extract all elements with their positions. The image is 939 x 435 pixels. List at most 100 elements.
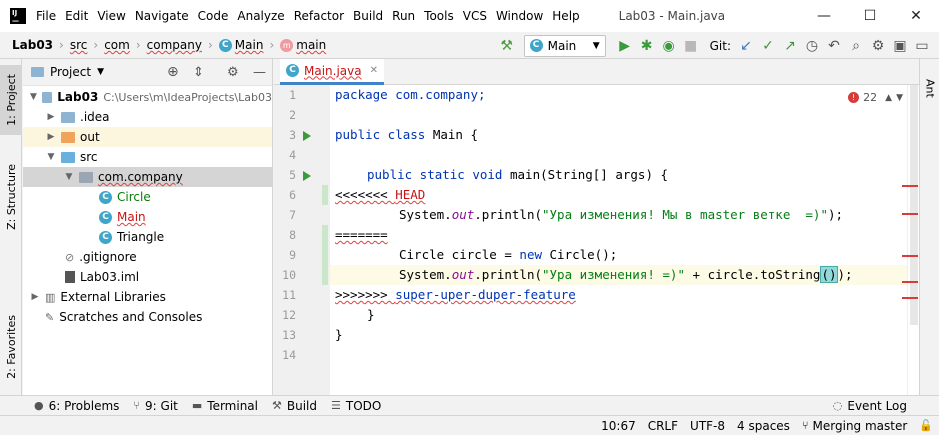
file-encoding[interactable]: UTF-8 bbox=[690, 419, 725, 433]
menu-analyze[interactable]: Analyze bbox=[237, 9, 284, 23]
tab-favorites[interactable]: 2: Favorites bbox=[0, 305, 22, 389]
error-stripe[interactable] bbox=[902, 85, 919, 395]
run-main-icon[interactable] bbox=[303, 171, 311, 181]
tree-item-src[interactable]: ▼ src bbox=[23, 147, 272, 167]
chevron-up-icon[interactable]: ▲ bbox=[885, 93, 892, 103]
problems-icon: ● bbox=[34, 399, 44, 412]
run-icon[interactable]: ▶ bbox=[614, 35, 636, 57]
tool-build[interactable]: ⚒ Build bbox=[272, 399, 317, 413]
git-commit-icon[interactable]: ✓ bbox=[757, 35, 779, 57]
tree-item-path: C:\Users\m\IdeaProjects\Lab03 bbox=[103, 90, 272, 104]
tree-item-main[interactable]: C Main bbox=[23, 207, 272, 227]
menu-tools[interactable]: Tools bbox=[424, 9, 454, 23]
error-marker[interactable] bbox=[902, 297, 918, 299]
maximize-icon[interactable]: ☐ bbox=[847, 0, 893, 32]
settings-icon[interactable]: ⚙ bbox=[867, 35, 889, 57]
tree-item-circle[interactable]: C Circle bbox=[23, 187, 272, 207]
chevron-right-icon: › bbox=[93, 38, 99, 52]
tab-ant[interactable]: Ant bbox=[920, 65, 939, 111]
git-update-icon[interactable]: ↙ bbox=[735, 35, 757, 57]
code-token: out bbox=[451, 207, 475, 222]
breadcrumb-project[interactable]: Lab03 bbox=[12, 38, 53, 52]
error-marker[interactable] bbox=[902, 281, 918, 283]
menu-run[interactable]: Run bbox=[392, 9, 415, 23]
tool-problems[interactable]: ● 6: Problems bbox=[34, 399, 119, 413]
chevron-right-icon: ▶ bbox=[47, 112, 55, 122]
tree-item-triangle[interactable]: C Triangle bbox=[23, 227, 272, 247]
collapse-all-icon[interactable]: ⇕ bbox=[193, 65, 204, 80]
git-branch-status[interactable]: Merging master bbox=[813, 419, 908, 433]
inspection-widget[interactable]: ! 22 ▲ ▼ bbox=[848, 91, 903, 104]
stop-icon[interactable]: ■ bbox=[680, 35, 702, 57]
tree-item-idea[interactable]: ▶ .idea bbox=[23, 107, 272, 127]
line-number: 2 bbox=[289, 108, 296, 122]
minimize-icon[interactable]: — bbox=[801, 0, 847, 32]
gear-icon[interactable]: ⚙ bbox=[227, 65, 239, 80]
error-marker[interactable] bbox=[902, 255, 918, 257]
menu-navigate[interactable]: Navigate bbox=[135, 9, 189, 23]
tree-item-label: Main bbox=[117, 210, 146, 224]
menu-build[interactable]: Build bbox=[353, 9, 383, 23]
indent-setting[interactable]: 4 spaces bbox=[737, 419, 790, 433]
locate-icon[interactable]: ⊕ bbox=[167, 64, 179, 80]
tree-item-com-company[interactable]: ▼ com.company bbox=[23, 167, 272, 187]
menu-window[interactable]: Window bbox=[496, 9, 543, 23]
breadcrumb-main-method[interactable]: main bbox=[296, 38, 326, 52]
run-class-icon[interactable] bbox=[303, 131, 311, 141]
tree-item-scratches[interactable]: ✎ Scratches and Consoles bbox=[23, 307, 272, 327]
tree-item-label: src bbox=[80, 150, 98, 164]
build-hammer-icon[interactable]: ⚒ bbox=[496, 35, 518, 57]
ide-window-icon[interactable]: ▭ bbox=[911, 35, 933, 57]
chevron-down-icon[interactable]: ▼ bbox=[896, 93, 903, 103]
rollback-icon[interactable]: ↶ bbox=[823, 35, 845, 57]
coverage-icon[interactable]: ◉ bbox=[658, 35, 680, 57]
error-marker[interactable] bbox=[902, 185, 918, 187]
close-icon[interactable]: ✕ bbox=[370, 65, 378, 76]
project-structure-icon[interactable]: ▣ bbox=[889, 35, 911, 57]
line-separator[interactable]: CRLF bbox=[648, 419, 678, 433]
tree-item-lab03[interactable]: ▼ Lab03 C:\Users\m\IdeaProjects\Lab03 bbox=[23, 87, 272, 107]
menu-view[interactable]: View bbox=[97, 9, 125, 23]
tool-terminal[interactable]: ▬ Terminal bbox=[192, 399, 258, 413]
tree-item-out[interactable]: ▶ out bbox=[23, 127, 272, 147]
tool-todo[interactable]: ☰ TODO bbox=[331, 399, 381, 413]
git-push-icon[interactable]: ↗ bbox=[779, 35, 801, 57]
close-icon[interactable]: ✕ bbox=[893, 0, 939, 32]
menu-refactor[interactable]: Refactor bbox=[294, 9, 344, 23]
code-token: .println( bbox=[474, 207, 542, 222]
tree-item-gitignore[interactable]: ⊘ .gitignore bbox=[23, 247, 272, 267]
tab-main-java[interactable]: C Main.java ✕ bbox=[280, 59, 384, 85]
history-icon[interactable]: ◷ bbox=[801, 35, 823, 57]
tab-structure[interactable]: Z: Structure bbox=[0, 155, 22, 239]
run-configuration-select[interactable]: C Main ▼ bbox=[523, 34, 606, 57]
debug-icon[interactable]: ✱ bbox=[636, 35, 658, 57]
code-token: } bbox=[367, 307, 375, 322]
breadcrumb-main-class[interactable]: Main bbox=[235, 38, 264, 52]
menu-vcs[interactable]: VCS bbox=[463, 9, 487, 23]
lock-icon[interactable]: 🔓 bbox=[919, 419, 933, 432]
git-branch-icon: ⑂ bbox=[801, 419, 809, 432]
menu-code[interactable]: Code bbox=[198, 9, 229, 23]
breadcrumb-src[interactable]: src bbox=[70, 38, 88, 52]
tree-item-external-libraries[interactable]: ▶ ▥ External Libraries bbox=[23, 287, 272, 307]
breadcrumb-company[interactable]: company bbox=[147, 38, 202, 52]
scrollbar-thumb[interactable] bbox=[910, 85, 918, 325]
error-marker[interactable] bbox=[902, 213, 918, 215]
tree-item-lab03-iml[interactable]: Lab03.iml bbox=[23, 267, 272, 287]
tab-project[interactable]: 1: Project bbox=[0, 65, 22, 135]
search-icon[interactable]: ⌕ bbox=[845, 35, 867, 57]
project-view-select[interactable]: Project bbox=[50, 65, 91, 79]
caret-position[interactable]: 10:67 bbox=[601, 419, 636, 433]
tool-event-log[interactable]: ◌ Event Log bbox=[833, 399, 907, 413]
hide-icon[interactable]: — bbox=[253, 65, 266, 80]
menu-help[interactable]: Help bbox=[552, 9, 579, 23]
line-number: 8 bbox=[289, 228, 296, 242]
class-icon: C bbox=[99, 230, 112, 244]
code-token: Main { bbox=[425, 127, 478, 142]
menu-edit[interactable]: Edit bbox=[65, 9, 88, 23]
code-line-3: public class Main { bbox=[335, 125, 478, 145]
menu-file[interactable]: File bbox=[36, 9, 56, 23]
breadcrumb-com[interactable]: com bbox=[104, 38, 130, 52]
code-editor[interactable]: package com.company; public class Main {… bbox=[330, 85, 907, 395]
tool-git[interactable]: ⑂ 9: Git bbox=[133, 399, 177, 413]
